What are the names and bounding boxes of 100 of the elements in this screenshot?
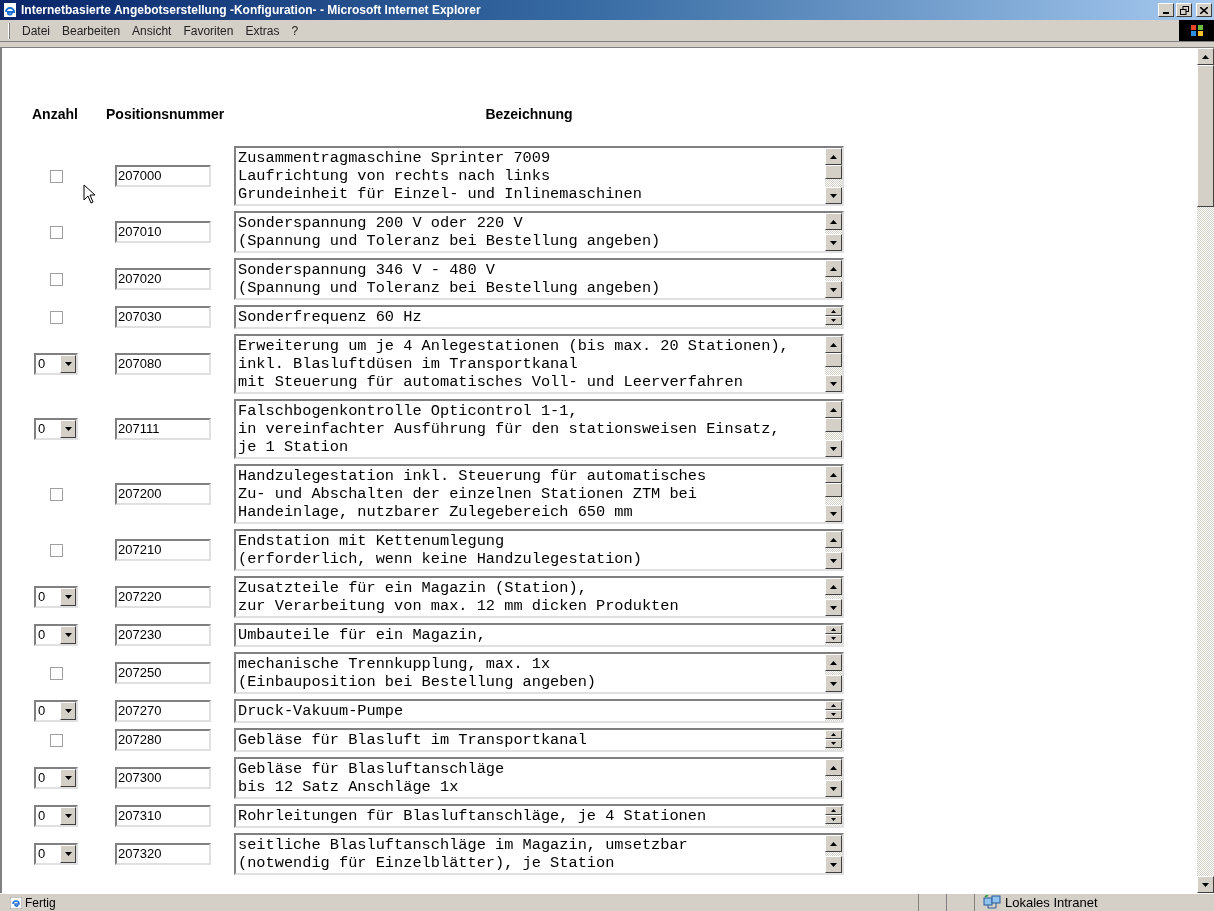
position-number-field[interactable]: 207320 (115, 843, 211, 865)
quantity-dropdown[interactable]: 0 (34, 586, 78, 608)
zone-text: Lokales Intranet (1005, 893, 1098, 911)
position-number-field[interactable]: 207230 (115, 624, 211, 646)
down-arrow-icon (830, 681, 837, 686)
up-arrow-icon (830, 660, 837, 665)
position-number-field[interactable]: 207020 (115, 268, 211, 290)
menu-item[interactable]: Extras (239, 21, 286, 40)
mouse-pointer-icon (83, 184, 96, 204)
description-field[interactable]: Sonderspannung 346 V - 480 V (Spannung und Toleranz bei Bestellung angeben) (234, 258, 844, 300)
restore-button[interactable] (1176, 3, 1192, 17)
down-arrow-icon (831, 818, 836, 821)
checkbox[interactable] (49, 272, 63, 286)
position-number-field[interactable]: 207220 (115, 586, 211, 608)
down-arrow-icon (830, 558, 837, 563)
scroll-thumb[interactable] (1197, 65, 1214, 207)
scrollbar[interactable] (825, 759, 842, 797)
up-arrow-icon (830, 407, 837, 412)
position-number-field[interactable]: 207010 (115, 221, 211, 243)
checkbox[interactable] (49, 225, 63, 239)
position-number-field[interactable]: 207080 (115, 353, 211, 375)
description-field[interactable]: Zusammentragmaschine Sprinter 7009 Laufrichtung von rechts nach links Grundeinheit für Einzel- und Inlinemaschinen (234, 146, 844, 206)
description-field[interactable]: Zusatzteile für ein Magazin (Station), zur Verarbeitung von max. 12 mm dicken Produkten (234, 576, 844, 618)
window-title: Internetbasierte Angebotserstellung -Konfiguration- - Microsoft Internet Explorer (21, 2, 481, 19)
description-field[interactable]: Druck-Vakuum-Pumpe (234, 699, 844, 723)
menu-item[interactable]: ? (285, 21, 305, 40)
description-field[interactable]: Sonderfrequenz 60 Hz (234, 305, 844, 329)
checkbox[interactable] (49, 543, 63, 557)
down-arrow-icon (830, 446, 837, 451)
page-scrollbar[interactable] (1197, 48, 1214, 893)
scrollbar[interactable] (825, 835, 842, 873)
quantity-dropdown[interactable]: 0 (34, 767, 78, 789)
position-number-field[interactable]: 207280 (115, 729, 211, 751)
quantity-dropdown[interactable]: 0 (34, 700, 78, 722)
scroll-thumb[interactable] (825, 353, 842, 367)
quantity-dropdown[interactable]: 0 (34, 353, 78, 375)
scroll-thumb[interactable] (825, 165, 842, 179)
checkbox[interactable] (49, 169, 63, 183)
quantity-dropdown[interactable]: 0 (34, 624, 78, 646)
checkbox[interactable] (49, 487, 63, 501)
description-field[interactable]: Erweiterung um je 4 Anlegestationen (bis max. 20 Stationen), inkl. Blasluftdüsen im Transportkanal mit Steuerung für automatisches Voll- und Leerverfahren (234, 334, 844, 394)
position-number-field[interactable]: 207310 (115, 805, 211, 827)
down-arrow-icon (64, 814, 72, 818)
scrollbar[interactable] (825, 806, 842, 826)
description-field[interactable]: Gebläse für Blasluftanschläge bis 12 Satz Anschläge 1x (234, 757, 844, 799)
description-field[interactable]: Gebläse für Blasluft im Transportkanal (234, 728, 844, 752)
scrollbar[interactable] (825, 148, 842, 204)
status-text: Fertig (25, 894, 56, 911)
scrollbar[interactable] (825, 578, 842, 616)
minimize-button[interactable] (1158, 3, 1174, 17)
down-arrow-icon (830, 240, 837, 245)
menu-item[interactable]: Datei (16, 21, 56, 40)
menu-item[interactable]: Favoriten (177, 21, 240, 40)
scrollbar[interactable] (825, 213, 842, 251)
position-number-field[interactable]: 207200 (115, 483, 211, 505)
position-number-field[interactable]: 207250 (115, 662, 211, 684)
down-arrow-icon (64, 362, 72, 366)
checkbox[interactable] (49, 310, 63, 324)
scrollbar[interactable] (825, 336, 842, 392)
description-field[interactable]: Endstation mit Kettenumlegung (erforderlich, wenn keine Handzulegestation) (234, 529, 844, 571)
checkbox[interactable] (49, 733, 63, 747)
description-field[interactable]: mechanische Trennkupplung, max. 1x (Einbauposition bei Bestellung angeben) (234, 652, 844, 694)
description-field[interactable]: Falschbogenkontrolle Opticontrol 1-1, in vereinfachter Ausführung für den stationsweisen Einsatz, je 1 Station (234, 399, 844, 459)
up-arrow-icon (831, 733, 836, 736)
quantity-dropdown[interactable]: 0 (34, 418, 78, 440)
scrollbar[interactable] (825, 401, 842, 457)
scrollbar[interactable] (825, 531, 842, 569)
description-field[interactable]: Rohrleitungen für Blasluftanschläge, je 4 Stationen (234, 804, 844, 828)
scrollbar[interactable] (825, 701, 842, 721)
description-field[interactable]: Sonderspannung 200 V oder 220 V (Spannung und Toleranz bei Bestellung angeben) (234, 211, 844, 253)
position-number-field[interactable]: 207111 (115, 418, 211, 440)
scrollbar[interactable] (825, 654, 842, 692)
description-field[interactable]: Umbauteile für ein Magazin, (234, 623, 844, 647)
scrollbar[interactable] (825, 260, 842, 298)
position-number-field[interactable]: 207000 (115, 165, 211, 187)
up-arrow-icon (830, 266, 837, 271)
windows-flag-icon (1189, 24, 1204, 37)
down-arrow-icon (831, 713, 836, 716)
scrollbar[interactable] (825, 466, 842, 522)
description-field[interactable]: Handzulegestation inkl. Steuerung für automatisches Zu- und Abschalten der einzelnen Stationen ZTM bei Handeinlage, nutzbarer Zulegebereich 650 mm (234, 464, 844, 524)
scrollbar[interactable] (825, 730, 842, 750)
menu-item[interactable]: Ansicht (126, 21, 178, 40)
scroll-thumb[interactable] (825, 418, 842, 432)
checkbox[interactable] (49, 666, 63, 680)
up-arrow-icon (831, 809, 836, 812)
menu-item[interactable]: Bearbeiten (56, 21, 127, 40)
position-number-field[interactable]: 207210 (115, 539, 211, 561)
scrollbar[interactable] (825, 307, 842, 327)
scroll-thumb[interactable] (825, 483, 842, 497)
restore-icon (1179, 5, 1189, 15)
up-arrow-icon (830, 154, 837, 159)
quantity-dropdown[interactable]: 0 (34, 805, 78, 827)
quantity-dropdown[interactable]: 0 (34, 843, 78, 865)
position-number-field[interactable]: 207270 (115, 700, 211, 722)
position-number-field[interactable]: 207300 (115, 767, 211, 789)
down-arrow-icon (830, 381, 837, 386)
close-button[interactable] (1196, 3, 1212, 17)
description-field[interactable]: seitliche Blasluftanschläge im Magazin, umsetzbar (notwendig für Einzelblätter), je Station (234, 833, 844, 875)
scrollbar[interactable] (825, 625, 842, 645)
position-number-field[interactable]: 207030 (115, 306, 211, 328)
